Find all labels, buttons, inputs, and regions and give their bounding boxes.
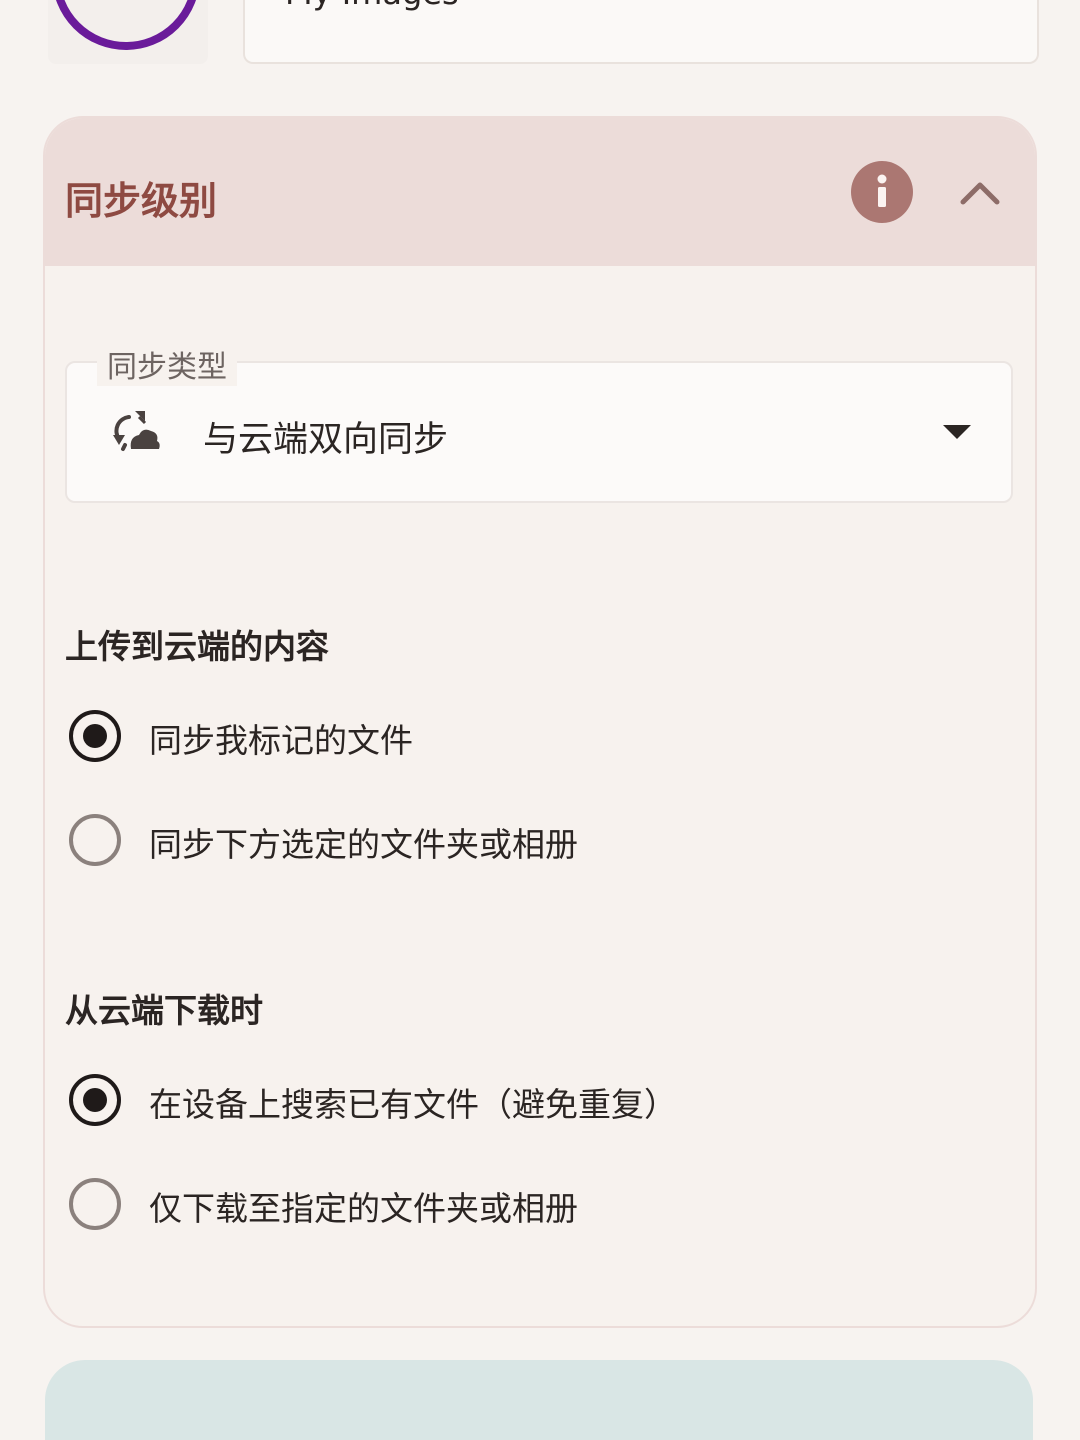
star-icon: [56, 0, 196, 50]
radio-button[interactable]: [69, 1178, 121, 1230]
next-settings-card: [45, 1360, 1033, 1440]
radio-label: 同步我标记的文件: [149, 721, 413, 760]
radio-button-selected[interactable]: [69, 710, 121, 762]
download-option-search-device[interactable]: 在设备上搜索已有文件（避免重复）: [65, 1060, 1005, 1140]
upload-section-heading: 上传到云端的内容: [65, 627, 329, 666]
download-option-specified-folder[interactable]: 仅下载至指定的文件夹或相册: [65, 1164, 1005, 1244]
album-cover[interactable]: [48, 0, 208, 64]
upload-option-marked-files[interactable]: 同步我标记的文件: [65, 696, 1005, 776]
cloud-sync-icon: [113, 411, 160, 451]
chevron-up-icon[interactable]: [957, 170, 1003, 216]
caret-down-icon[interactable]: [943, 425, 971, 441]
album-name-value: My Images: [285, 0, 459, 12]
radio-button[interactable]: [69, 814, 121, 866]
radio-label: 同步下方选定的文件夹或相册: [149, 825, 578, 864]
sync-type-label: 同步类型: [97, 342, 237, 386]
album-name-field[interactable]: My Images: [243, 0, 1039, 64]
download-section-heading: 从云端下载时: [65, 991, 263, 1030]
upload-option-selected-folders[interactable]: 同步下方选定的文件夹或相册: [65, 800, 1005, 880]
sync-level-card: 同步级别 与云端双向同步 同步类型 上传到云端的内容 同步我标记的文件 同步下方…: [43, 116, 1037, 1328]
sync-type-value: 与云端双向同步: [203, 420, 449, 460]
info-icon[interactable]: [851, 161, 913, 223]
radio-button-selected[interactable]: [69, 1074, 121, 1126]
radio-label: 在设备上搜索已有文件（避免重复）: [149, 1085, 677, 1124]
radio-label: 仅下载至指定的文件夹或相册: [149, 1189, 578, 1228]
sync-level-header[interactable]: 同步级别: [45, 118, 1035, 266]
sync-level-title: 同步级别: [65, 179, 218, 223]
